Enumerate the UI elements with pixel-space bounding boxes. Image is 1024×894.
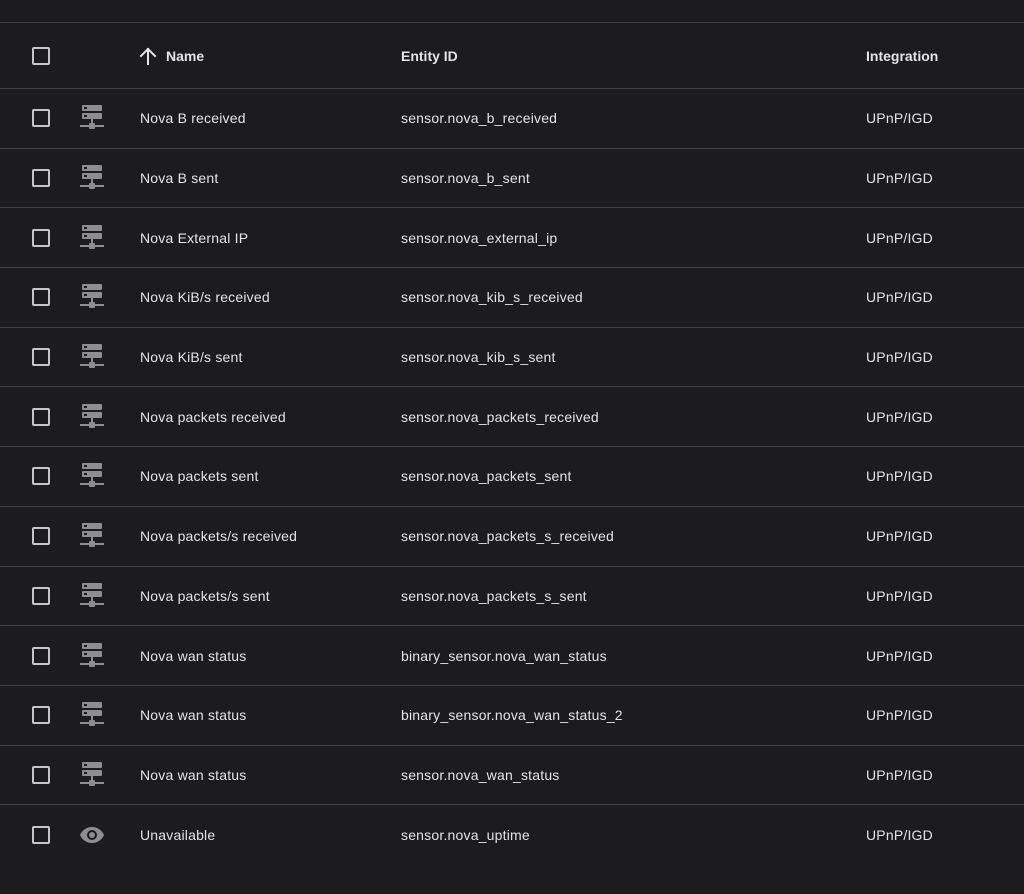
server-network-icon — [78, 701, 106, 729]
name-column-header[interactable]: Name — [138, 46, 204, 66]
table-row[interactable]: Nova KiB/s received sensor.nova_kib_s_rec… — [0, 268, 1024, 328]
table-row[interactable]: Nova B received sensor.nova_b_received UPn… — [0, 89, 1024, 149]
integration-name: UPnP/IGD — [866, 289, 933, 306]
table-row[interactable]: Nova packets received sensor.nova_packets… — [0, 387, 1024, 448]
integration-name: UPnP/IGD — [866, 110, 933, 127]
select-all-checkbox[interactable] — [32, 46, 50, 65]
table-row[interactable]: Nova packets/s received sensor.nova_packe… — [0, 507, 1024, 567]
entity-name: Nova B received — [140, 110, 246, 127]
row-checkbox[interactable] — [32, 527, 50, 546]
entity-name: Nova KiB/s sent — [140, 349, 243, 366]
integration-name: UPnP/IGD — [866, 647, 933, 664]
entity-id: sensor.nova_kib_s_sent — [401, 349, 556, 366]
arrow-up-icon — [138, 46, 158, 66]
row-checkbox[interactable] — [32, 765, 50, 784]
entity-id: binary_sensor.nova_wan_status_2 — [401, 707, 623, 724]
row-checkbox[interactable] — [32, 169, 50, 188]
entity-name: Nova packets/s sent — [140, 587, 270, 604]
server-network-icon — [78, 761, 106, 789]
row-checkbox[interactable] — [32, 467, 50, 486]
entity-id: sensor.nova_packets_s_received — [401, 528, 615, 545]
entity-name: Unavailable — [140, 827, 216, 844]
server-network-icon — [78, 164, 106, 192]
row-checkbox[interactable] — [32, 706, 50, 725]
entity-name: Nova External IP — [140, 229, 249, 246]
row-checkbox[interactable] — [32, 826, 50, 845]
integration-name: UPnP/IGD — [866, 229, 933, 246]
name-header-label: Name — [166, 47, 205, 64]
server-network-icon — [78, 224, 106, 252]
entity-name: Nova wan status — [140, 707, 247, 724]
entity-name: Nova wan status — [140, 647, 247, 664]
table-row[interactable]: Unavailable sensor.nova_uptime UPnP/IGD — [0, 805, 1024, 865]
entity-id: sensor.nova_uptime — [401, 827, 530, 844]
integration-name: UPnP/IGD — [866, 766, 933, 783]
row-checkbox[interactable] — [32, 109, 50, 128]
server-network-icon — [78, 462, 106, 490]
server-network-icon — [78, 343, 106, 371]
server-network-icon — [78, 522, 106, 550]
entity-id: sensor.nova_kib_s_received — [401, 289, 583, 306]
entity-id: sensor.nova_wan_status — [401, 766, 560, 783]
entity-name: Nova B sent — [140, 170, 219, 187]
entity-name: Nova packets/s received — [140, 528, 298, 545]
entity-id: binary_sensor.nova_wan_status — [401, 647, 607, 664]
row-checkbox[interactable] — [32, 348, 50, 367]
entity-id: sensor.nova_b_received — [401, 110, 558, 127]
row-checkbox[interactable] — [32, 646, 50, 665]
server-network-icon — [78, 104, 106, 132]
entity-name: Nova wan status — [140, 766, 247, 783]
table-row[interactable]: Nova B sent sensor.nova_b_sent UPnP/IGD — [0, 149, 1024, 209]
server-network-icon — [78, 642, 106, 670]
table-row[interactable]: Nova packets sent sensor.nova_packets_sen… — [0, 447, 1024, 507]
row-checkbox[interactable] — [32, 228, 50, 247]
integration-name: UPnP/IGD — [866, 408, 933, 425]
entities-table: Name Entity ID Integration Nova B receiv… — [0, 23, 1024, 865]
integration-name: UPnP/IGD — [866, 707, 933, 724]
table-row[interactable]: Nova KiB/s sent sensor.nova_kib_s_sent UPn… — [0, 328, 1024, 388]
table-row[interactable]: Nova wan status binary_sensor.nova_wan_st… — [0, 686, 1024, 746]
entity-name: Nova KiB/s received — [140, 289, 270, 306]
entity-id: sensor.nova_b_sent — [401, 170, 530, 187]
table-header: Name Entity ID Integration — [0, 23, 1024, 89]
integration-name: UPnP/IGD — [866, 587, 933, 604]
server-network-icon — [78, 582, 106, 610]
entity-id: sensor.nova_packets_sent — [401, 468, 572, 485]
table-row[interactable]: Nova External IP sensor.nova_external_ip U… — [0, 208, 1024, 269]
entity-id: sensor.nova_packets_received — [401, 408, 599, 425]
entity-id-column-header[interactable]: Entity ID — [401, 48, 458, 64]
entity-id: sensor.nova_external_ip — [401, 229, 558, 246]
entity-id: sensor.nova_packets_s_sent — [401, 587, 587, 604]
table-row[interactable]: Nova wan status binary_sensor.nova_wan_st… — [0, 626, 1024, 686]
integration-name: UPnP/IGD — [866, 528, 933, 545]
server-network-icon — [78, 283, 106, 311]
integration-name: UPnP/IGD — [866, 827, 933, 844]
toolbar-edge — [0, 0, 1024, 23]
integration-name: UPnP/IGD — [866, 468, 933, 485]
server-network-icon — [78, 403, 106, 431]
integration-name: UPnP/IGD — [866, 170, 933, 187]
table-row[interactable]: Nova wan status sensor.nova_wan_status UPn… — [0, 746, 1024, 806]
integration-name: UPnP/IGD — [866, 349, 933, 366]
row-checkbox[interactable] — [32, 586, 50, 605]
table-row[interactable]: Nova packets/s sent sensor.nova_packets_s… — [0, 567, 1024, 627]
row-checkbox[interactable] — [32, 407, 50, 426]
entity-name: Nova packets sent — [140, 468, 259, 485]
entity-name: Nova packets received — [140, 408, 286, 425]
integration-column-header[interactable]: Integration — [866, 48, 938, 64]
row-checkbox[interactable] — [32, 288, 50, 307]
eye-icon — [78, 821, 106, 849]
